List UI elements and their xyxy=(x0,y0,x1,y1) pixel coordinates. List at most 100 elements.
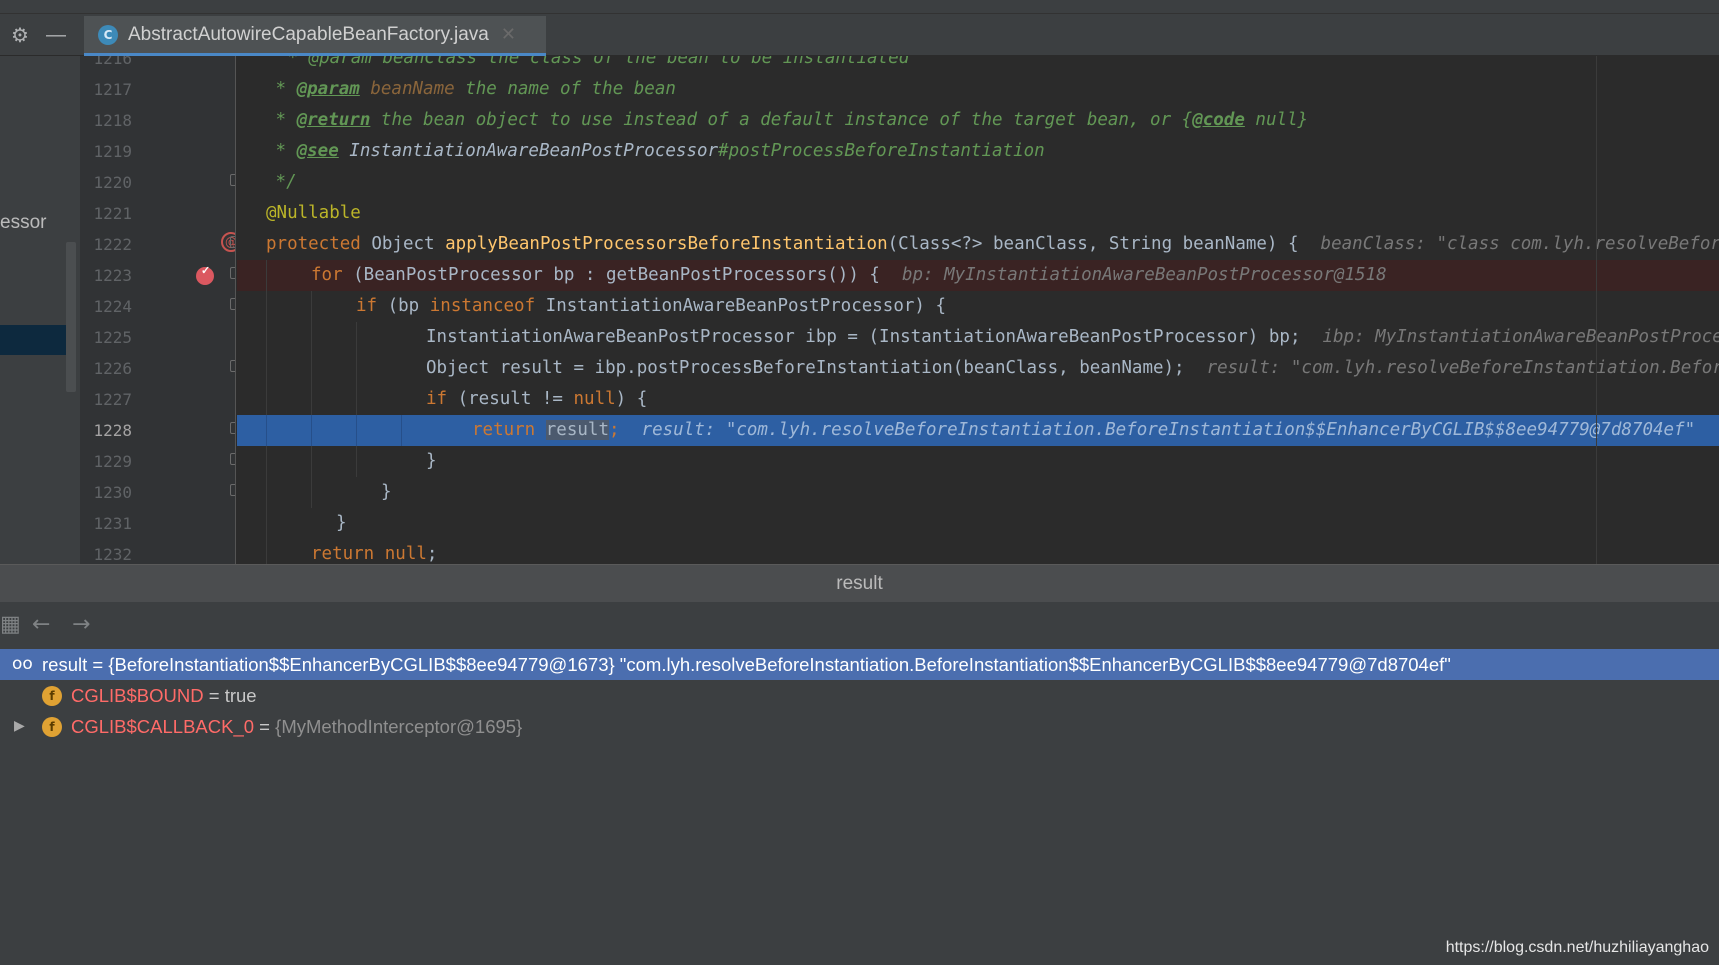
highlighted-variable[interactable]: result xyxy=(545,420,609,440)
indent-guide xyxy=(311,353,312,384)
gear-icon[interactable]: ⚙ xyxy=(7,22,33,48)
code-line: protected Object applyBeanPostProcessors… xyxy=(237,229,1719,260)
indent-guide xyxy=(311,415,312,446)
line-number: 1220 xyxy=(93,173,132,192)
line-number: 1224 xyxy=(93,297,132,316)
tree-row-field[interactable]: f CGLIB$BOUND = true xyxy=(0,680,1719,711)
inline-debug-hint: result: "com.lyh.resolveBeforeInstantiat… xyxy=(641,420,1696,440)
code-text: ; xyxy=(426,544,438,564)
editor-gutter[interactable]: 1216 1217 1218 1219 1220 1221 1222 1223 … xyxy=(80,56,236,564)
fold-marker-icon[interactable] xyxy=(230,484,235,496)
frames-scrollbar[interactable] xyxy=(66,242,76,392)
method-name: applyBeanPostProcessorsBeforeInstantiati… xyxy=(445,234,888,254)
tree-icon[interactable]: ▦ xyxy=(0,612,21,637)
code-line: InstantiationAwareBeanPostProcessor ibp … xyxy=(237,322,1719,353)
indent-guide xyxy=(311,477,312,508)
line-number: 1225 xyxy=(93,328,132,347)
indent-guide xyxy=(356,415,357,446)
fold-marker-icon[interactable] xyxy=(230,453,235,465)
line-number: 1217 xyxy=(93,80,132,99)
indent-guide xyxy=(266,384,267,415)
code-text: * xyxy=(265,79,297,99)
keyword: if xyxy=(426,389,448,409)
code-text: * @param beanClass the class of the bean… xyxy=(277,56,910,68)
code-line: } xyxy=(237,446,1719,477)
indent-guide xyxy=(266,353,267,384)
code-editor[interactable]: * @param beanClass the class of the bean… xyxy=(237,56,1719,564)
indent-guide xyxy=(266,322,267,353)
minimize-icon[interactable]: — xyxy=(43,22,69,48)
code-line: if (result != null) { xyxy=(237,384,1719,415)
variables-tree: oo result = {BeforeInstantiation$$Enhanc… xyxy=(0,648,1719,965)
keyword: protected xyxy=(266,234,361,254)
code-line: * @param beanName the name of the bean xyxy=(237,74,1719,105)
code-text: (bp xyxy=(377,296,430,316)
inline-debug-hint: beanClass: "class com.lyh.resolveBeforeI… xyxy=(1320,234,1719,254)
tab-abstract-autowire-capable-bean-factory[interactable]: C AbstractAutowireCapableBeanFactory.jav… xyxy=(84,16,546,56)
code-text: InstantiationAwareBeanPostProcessor ibp … xyxy=(426,327,1301,347)
code-line-breakpoint: for (BeanPostProcessor bp : getBeanPostP… xyxy=(237,260,1719,291)
evaluate-popup-title[interactable]: result xyxy=(0,564,1719,602)
line-number: 1216 xyxy=(93,56,132,68)
code-line: * @param beanClass the class of the bean… xyxy=(237,56,1719,74)
forward-arrow-icon[interactable]: → xyxy=(72,612,90,637)
watch-glasses-icon: oo xyxy=(12,654,33,674)
code-line: return null; xyxy=(237,539,1719,564)
frame-item-label[interactable]: essor xyxy=(0,212,46,234)
code-text: InstantiationAwareBeanPostProcessor) { xyxy=(535,296,947,316)
tree-node-name: CGLIB$CALLBACK_0 xyxy=(71,716,255,737)
fold-marker-icon[interactable] xyxy=(230,298,235,310)
javadoc-tag: @return xyxy=(296,110,371,130)
fold-marker-icon[interactable] xyxy=(230,236,235,248)
indent-guide xyxy=(266,477,267,508)
code-text: the bean object to use instead of a defa… xyxy=(370,110,1193,130)
code-line-execution-point: return result; result: "com.lyh.resolveBe… xyxy=(237,415,1719,446)
fold-marker-icon[interactable] xyxy=(230,360,235,372)
indent-guide xyxy=(266,539,267,564)
indent-guide xyxy=(266,291,267,322)
indent-guide xyxy=(356,353,357,384)
tree-row-field[interactable]: ▶ f CGLIB$CALLBACK_0 = {MyMethodIntercep… xyxy=(0,711,1719,742)
fold-marker-icon[interactable] xyxy=(230,174,235,186)
tree-node-value: = {BeforeInstantiation$$EnhancerByCGLIB$… xyxy=(87,654,1451,675)
code-text: ) { xyxy=(615,389,648,409)
tree-row-result[interactable]: oo result = {BeforeInstantiation$$Enhanc… xyxy=(0,649,1719,680)
tab-title: AbstractAutowireCapableBeanFactory.java xyxy=(128,23,489,45)
indent-guide xyxy=(356,322,357,353)
code-text: Object result = ibp.postProcessBeforeIns… xyxy=(426,358,1185,378)
code-line: } xyxy=(237,508,1719,539)
line-number-current: 1228 xyxy=(93,421,132,440)
expand-arrow-icon[interactable]: ▶ xyxy=(14,711,25,742)
tree-node-separator: = xyxy=(254,716,276,737)
keyword: null xyxy=(573,389,616,409)
back-arrow-icon[interactable]: ← xyxy=(32,612,50,637)
indent-guide xyxy=(311,291,312,322)
breakpoint-check-icon: ✓ xyxy=(201,265,211,277)
selected-frame[interactable] xyxy=(0,325,66,355)
line-number: 1219 xyxy=(93,142,132,161)
tree-node-separator: = xyxy=(203,685,225,706)
fold-marker-icon[interactable] xyxy=(230,422,235,434)
line-number: 1227 xyxy=(93,390,132,409)
indent-guide xyxy=(266,508,267,539)
javadoc-member-ref: #postProcessBeforeInstantiation xyxy=(718,141,1045,161)
line-number: 1221 xyxy=(93,204,132,223)
close-icon[interactable]: ✕ xyxy=(501,24,516,45)
code-text: the name of the bean xyxy=(454,79,676,99)
keyword: for xyxy=(311,265,343,285)
indent-guide xyxy=(311,446,312,477)
tree-node-name: CGLIB$BOUND xyxy=(71,685,204,706)
watermark: https://blog.csdn.net/huzhiliayanghao xyxy=(1445,939,1709,956)
indent-guide xyxy=(311,322,312,353)
tree-node-value: {MyMethodInterceptor@1695} xyxy=(275,716,523,737)
javadoc-tag: @see xyxy=(296,141,339,161)
code-text: (BeanPostProcessor bp : getBeanPostProce… xyxy=(342,265,880,285)
code-line: if (bp instanceof InstantiationAwareBean… xyxy=(237,291,1719,322)
inline-debug-hint: result: "com.lyh.resolveBeforeInstantiat… xyxy=(1206,358,1719,378)
code-line: Object result = ibp.postProcessBeforeIns… xyxy=(237,353,1719,384)
code-text: } xyxy=(336,513,347,533)
fold-marker-icon[interactable] xyxy=(230,267,235,279)
indent-guide xyxy=(311,384,312,415)
field-icon: f xyxy=(42,686,62,706)
